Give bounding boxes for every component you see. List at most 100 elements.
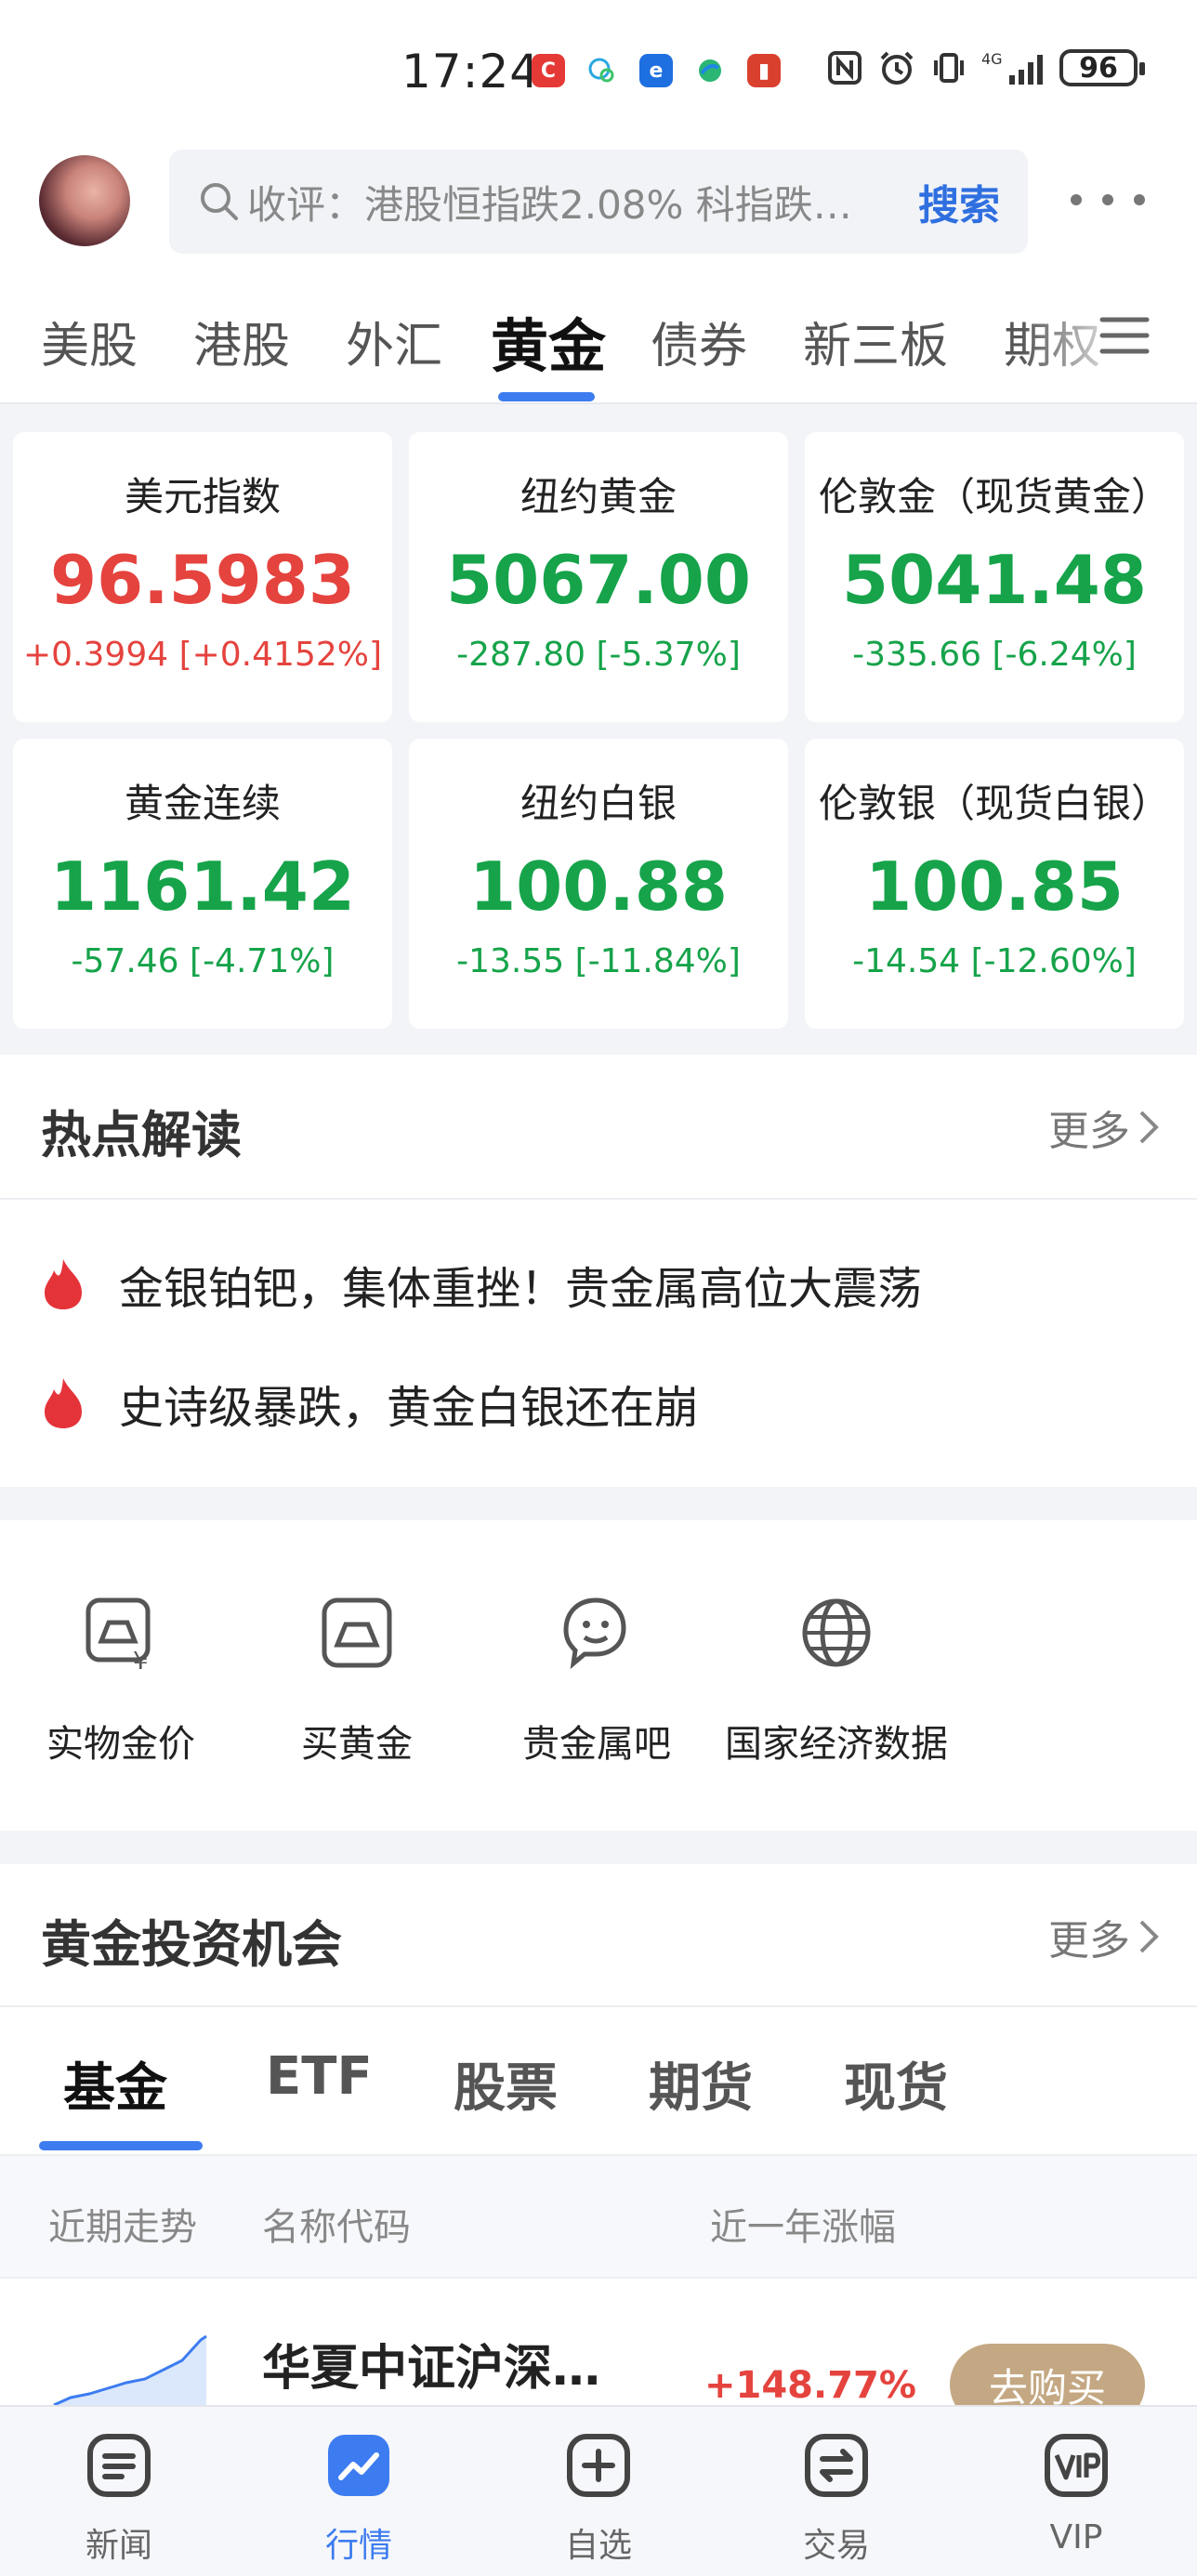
globe-icon xyxy=(802,1598,871,1667)
hot-news-item[interactable]: 金银铂钯，集体重挫！贵金属高位大震荡 xyxy=(41,1252,922,1317)
add-watchlist-icon xyxy=(567,2434,630,2497)
quick-link-label: 实物金价 xyxy=(46,1723,195,1766)
nav-news[interactable]: 新闻 xyxy=(26,2431,212,2567)
market-chart-icon xyxy=(328,2435,389,2496)
column-header: 近期走势 xyxy=(48,2206,197,2249)
quote-card[interactable]: 伦敦金（现货黄金） 5041.48 -335.66 [-6.24%] xyxy=(805,432,1184,722)
column-header: 名称代码 xyxy=(262,2206,411,2249)
quick-link-metals-forum[interactable]: 贵金属吧 xyxy=(485,1593,708,1768)
quote-price: 96.5983 xyxy=(50,541,355,619)
more-link[interactable]: 更多 xyxy=(1048,1097,1162,1157)
trade-exchange-icon xyxy=(805,2434,868,2497)
nav-vip[interactable]: VIP xyxy=(983,2431,1169,2556)
fund-yearly-return: +148.77% xyxy=(704,2364,916,2407)
search-bar[interactable]: 收评：港股恒指跌2.08% 科指跌… 搜索 xyxy=(169,150,1028,254)
quote-grid: 美元指数 96.5983 +0.3994 [+0.4152%] 纽约黄金 506… xyxy=(0,404,1197,1055)
column-header[interactable]: 近一年涨幅 xyxy=(710,2197,896,2251)
status-bar: 17:24 C e ▮ 4G 96 xyxy=(0,0,1197,144)
nav-label: 交易 xyxy=(802,2527,870,2565)
vibrate-icon xyxy=(929,48,968,87)
battery-indicator: 96 xyxy=(1059,49,1145,86)
nav-label: VIP xyxy=(1049,2518,1103,2556)
tab-hk-stocks[interactable]: 港股 xyxy=(193,307,290,376)
search-button[interactable]: 搜索 xyxy=(918,172,1000,231)
search-icon xyxy=(201,183,238,220)
hot-news-item[interactable]: 史诗级暴跌，黄金白银还在崩 xyxy=(41,1371,699,1436)
hot-news-title: 史诗级暴跌，黄金白银还在崩 xyxy=(119,1382,700,1434)
tab-neeq[interactable]: 新三板 xyxy=(803,307,948,376)
browser-icon xyxy=(693,54,727,87)
quote-name: 黄金连续 xyxy=(124,781,281,826)
tab-spot[interactable]: 现货 xyxy=(844,2046,948,2122)
chat-bubble-icon xyxy=(585,54,619,87)
trend-sparkline xyxy=(53,2334,207,2407)
app-header: 收评：港股恒指跌2.08% 科指跌… 搜索 xyxy=(0,144,1197,269)
quote-card[interactable]: 纽约黄金 5067.00 -287.80 [-5.37%] xyxy=(409,432,788,722)
quote-change: -57.46 [-4.71%] xyxy=(71,942,335,980)
tab-forex[interactable]: 外汇 xyxy=(346,307,442,376)
svg-text:¥: ¥ xyxy=(133,1648,149,1673)
tab-funds[interactable]: 基金 xyxy=(63,2046,167,2122)
hot-reads-section: 热点解读 更多 金银铂钯，集体重挫！贵金属高位大震荡 史诗级暴跌，黄金白银还在崩 xyxy=(0,1055,1197,1487)
quick-link-label: 国家经济数据 xyxy=(725,1723,948,1766)
news-icon xyxy=(87,2434,151,2497)
quote-change: -14.54 [-12.60%] xyxy=(852,942,1137,980)
chevron-right-icon xyxy=(1139,1111,1159,1144)
quote-change: -287.80 [-5.37%] xyxy=(456,636,741,674)
nav-market[interactable]: 行情 xyxy=(266,2431,452,2567)
search-input[interactable]: 收评：港股恒指跌2.08% 科指跌… xyxy=(247,174,900,230)
quick-link-label: 贵金属吧 xyxy=(522,1723,671,1766)
section-title: 黄金投资机会 xyxy=(41,1915,342,1974)
notification-icons: C e ▮ xyxy=(532,54,781,87)
tab-futures[interactable]: 期货 xyxy=(649,2046,753,2122)
tab-menu-icon[interactable] xyxy=(1098,312,1151,359)
tab-stocks[interactable]: 股票 xyxy=(454,2046,558,2122)
nav-watchlist[interactable]: 自选 xyxy=(506,2431,691,2567)
tab-bonds[interactable]: 债券 xyxy=(651,307,747,376)
divider xyxy=(0,1198,1197,1200)
nav-trade[interactable]: 交易 xyxy=(743,2431,929,2567)
quote-card[interactable]: 美元指数 96.5983 +0.3994 [+0.4152%] xyxy=(13,432,392,722)
quick-link-economic-data[interactable]: 国家经济数据 xyxy=(725,1593,948,1768)
quote-price: 5041.48 xyxy=(842,541,1147,619)
more-link[interactable]: 更多 xyxy=(1048,1907,1162,1966)
table-header: 近期走势 名称代码 近一年涨幅 xyxy=(0,2154,1197,2279)
network-type: 4G xyxy=(981,50,1003,68)
avatar[interactable] xyxy=(39,155,130,246)
market-tabs: 美股 港股 外汇 黄金 债券 新三板 期权 xyxy=(0,269,1197,404)
quote-name: 伦敦金（现货黄金） xyxy=(818,474,1170,519)
divider xyxy=(0,2005,1197,2007)
quick-links: ¥ 实物金价 买黄金 贵金属吧 国家经济数据 xyxy=(0,1520,1197,1831)
signal-icon: 4G xyxy=(981,48,1046,87)
app-red-icon: ▮ xyxy=(747,54,781,87)
quick-link-buy-gold[interactable]: 买黄金 xyxy=(245,1593,468,1768)
gold-bar-price-icon: ¥ xyxy=(86,1597,151,1676)
quote-price: 1161.42 xyxy=(50,848,355,926)
app-e-icon: e xyxy=(639,54,673,87)
chevron-right-icon xyxy=(1139,1920,1159,1953)
flame-icon xyxy=(45,1259,82,1309)
fund-name: 华夏中证沪深… xyxy=(262,2341,601,2397)
more-link-label: 更多 xyxy=(1048,1917,1130,1965)
system-status: 4G 96 xyxy=(825,48,1145,87)
tab-gold[interactable]: 黄金 xyxy=(491,299,606,383)
quote-name: 美元指数 xyxy=(124,474,281,519)
quick-link-label: 买黄金 xyxy=(301,1723,413,1766)
table-row[interactable]: 华夏中证沪深… +148.77% 去购买 xyxy=(0,2279,1197,2425)
quote-change: -335.66 [-6.24%] xyxy=(852,636,1137,674)
quote-card[interactable]: 黄金连续 1161.42 -57.46 [-4.71%] xyxy=(13,739,392,1029)
tab-etf[interactable]: ETF xyxy=(266,2046,373,2107)
quote-card[interactable]: 纽约白银 100.88 -13.55 [-11.84%] xyxy=(409,739,788,1029)
tab-us-stocks[interactable]: 美股 xyxy=(41,307,138,376)
section-title: 热点解读 xyxy=(41,1106,242,1164)
quote-name: 纽约黄金 xyxy=(520,474,677,519)
quote-name: 伦敦银（现货白银） xyxy=(818,781,1170,826)
bottom-nav: 新闻 行情 自选 交易 VIP xyxy=(0,2405,1197,2576)
hot-news-title: 金银铂钯，集体重挫！贵金属高位大震荡 xyxy=(119,1263,923,1315)
more-options-icon[interactable] xyxy=(1071,181,1145,218)
more-link-label: 更多 xyxy=(1048,1108,1130,1155)
quote-card[interactable]: 伦敦银（现货白银） 100.85 -14.54 [-12.60%] xyxy=(805,739,1184,1029)
quote-price: 100.85 xyxy=(865,848,1124,926)
nav-label: 新闻 xyxy=(85,2527,152,2565)
quick-link-physical-gold-price[interactable]: ¥ 实物金价 xyxy=(9,1593,232,1768)
